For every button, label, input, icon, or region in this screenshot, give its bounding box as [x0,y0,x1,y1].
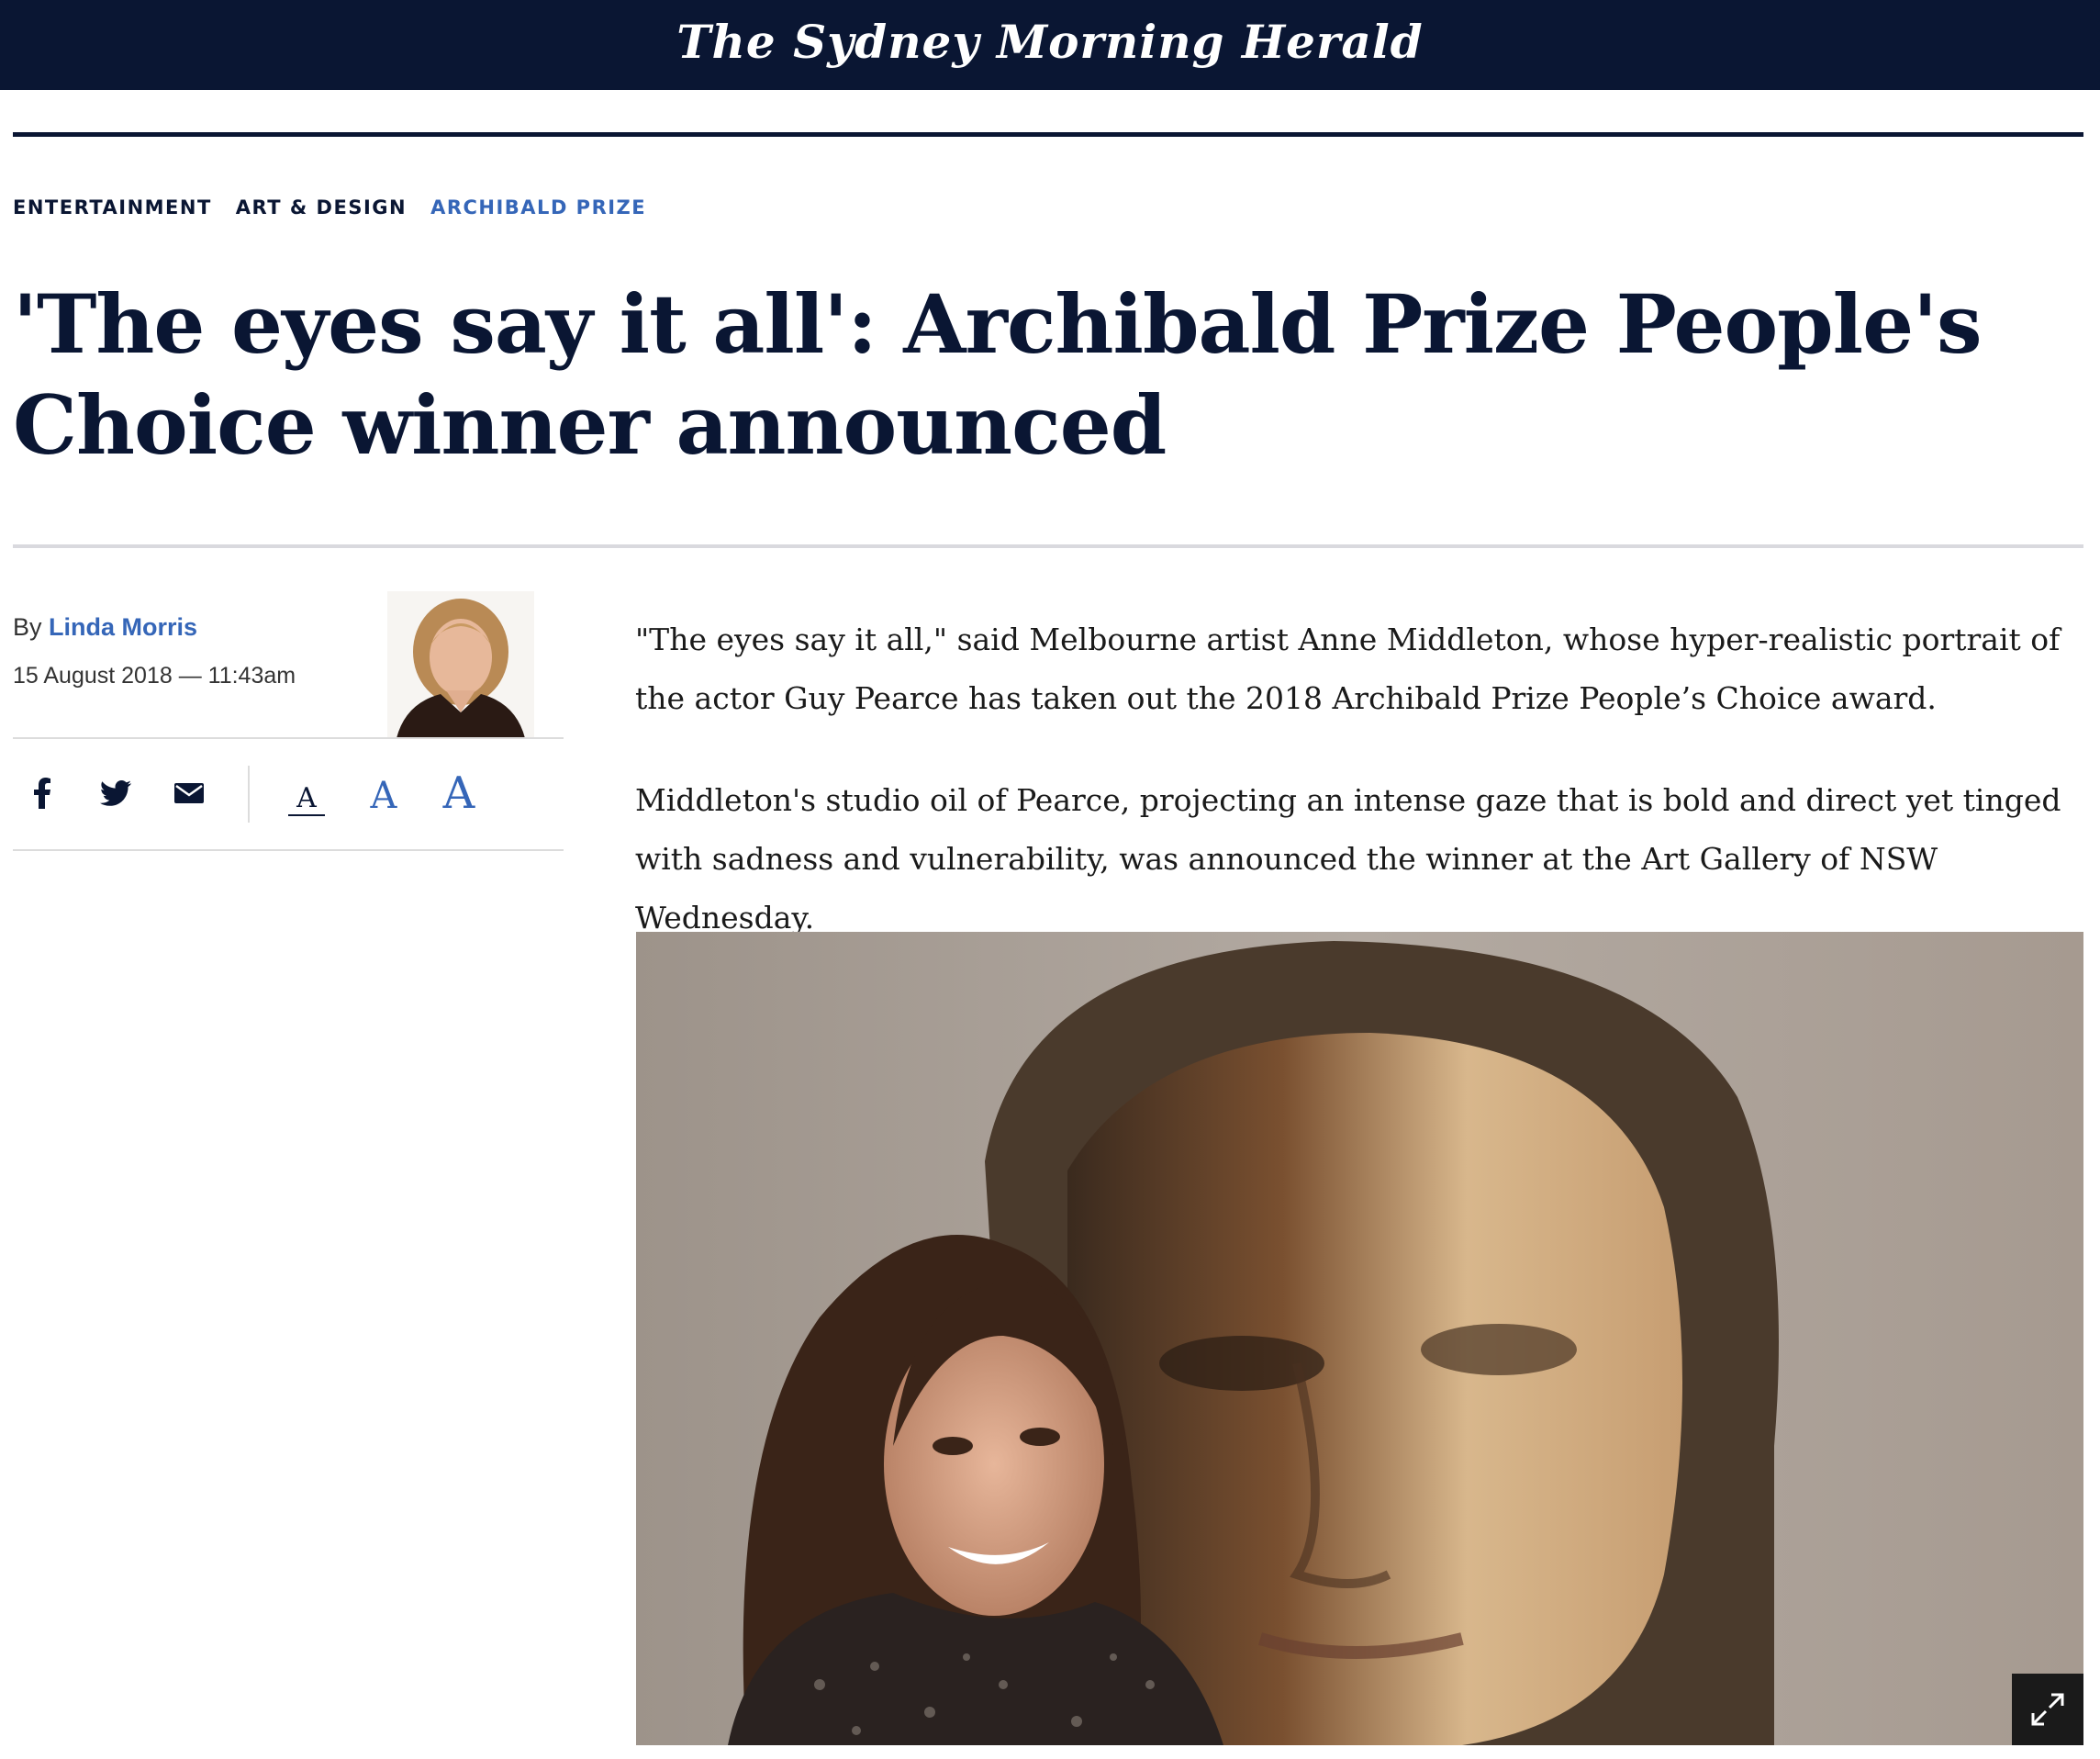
breadcrumb-entertainment[interactable]: ENTERTAINMENT [13,196,212,218]
headline-divider [13,544,2083,548]
article-paragraph: Middleton's studio oil of Pearce, projec… [635,782,2061,936]
expand-image-button[interactable] [2012,1674,2083,1745]
breadcrumb: ENTERTAINMENT ART & DESIGN ARCHIBALD PRI… [13,196,646,218]
site-logo[interactable]: The Sydney Morning Herald [676,15,1423,69]
publish-date: 15 August 2018 — 11:43am [13,663,296,689]
toolbar-divider [248,766,250,823]
text-size-small-button[interactable]: A [288,782,325,816]
toolbar-divider-bottom [13,849,564,851]
text-size-large-button[interactable]: A [435,767,483,819]
email-icon[interactable] [171,775,207,812]
text-size-medium-button[interactable]: A [363,775,404,817]
breadcrumb-archibald-prize[interactable]: ARCHIBALD PRIZE [430,196,646,218]
author-avatar[interactable] [387,591,534,738]
facebook-icon[interactable] [24,775,61,812]
article-paragraph: "The eyes say it all," said Melbourne ar… [635,622,2061,716]
twitter-icon[interactable] [97,775,134,812]
breadcrumb-art-design[interactable]: ART & DESIGN [236,196,407,218]
byline-prefix: By [13,613,42,641]
masthead: The Sydney Morning Herald [0,0,2100,90]
author-link[interactable]: Linda Morris [49,613,197,641]
share-toolbar: A A A [13,762,564,826]
expand-icon [2031,1693,2064,1726]
header-rule [13,132,2083,137]
page-title: 'The eyes say it all': Archibald Prize P… [13,276,1983,473]
byline-divider [13,737,564,739]
article-photo[interactable] [636,932,2083,1745]
byline: By Linda Morris [13,613,197,642]
